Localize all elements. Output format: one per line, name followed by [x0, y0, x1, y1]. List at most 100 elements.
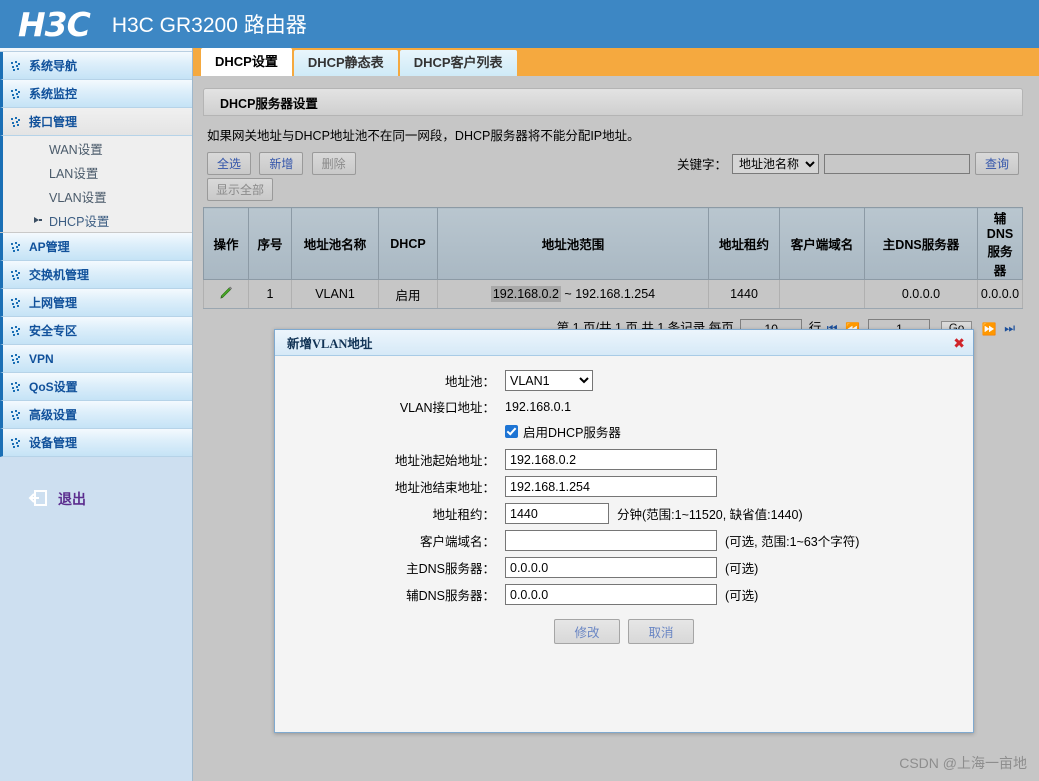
dhcp-pool-table: 操作 序号 地址池名称 DHCP 地址池范围 地址租约 客户端域名 主DNS服务… [203, 207, 1023, 309]
th-dhcp: DHCP [378, 207, 438, 280]
sidebar-subitem-label: WAN设置 [49, 142, 103, 157]
panel-title: DHCP服务器设置 [203, 88, 1023, 116]
field-enable-dhcp: 启用DHCP服务器 [275, 422, 973, 441]
next-page-icon[interactable]: ⏩ [980, 322, 999, 336]
sidebar-item-ap-mgmt[interactable]: AP管理 [0, 233, 192, 261]
cancel-button[interactable]: 取消 [628, 619, 694, 644]
table-header-row: 操作 序号 地址池名称 DHCP 地址池范围 地址租约 客户端域名 主DNS服务… [203, 207, 1023, 280]
sidebar-item-vlan-settings[interactable]: VLAN设置 [0, 184, 192, 208]
search-area: 关键字： 地址池名称 查询 [677, 152, 1019, 175]
lease-input[interactable] [505, 503, 609, 524]
select-all-button[interactable]: 全选 [207, 152, 251, 175]
sidebar-item-label: AP管理 [29, 240, 70, 254]
app-header: H3C H3C GR3200 路由器 [0, 0, 1039, 48]
dns-secondary-hint: (可选) [725, 589, 759, 603]
arrow-right-icon [33, 215, 49, 225]
field-client-domain: 客户端域名： (可选, 范围:1~63个字符) [275, 530, 973, 551]
dots-bullet-icon [3, 269, 29, 281]
dots-bullet-icon [3, 116, 29, 128]
row-pool-name: VLAN1 [291, 279, 379, 309]
th-dns-secondary: 辅DNS服务器 [977, 207, 1023, 280]
vlan-interface-value: 192.168.0.1 [505, 399, 572, 414]
delete-button[interactable]: 删除 [311, 152, 356, 175]
th-lease: 地址租约 [708, 207, 780, 280]
sidebar-subitem-label: VLAN设置 [49, 190, 107, 205]
watermark: CSDN @上海一亩地 [899, 755, 1027, 771]
content-area: DHCP设置 DHCP静态表 DHCP客户列表 DHCP服务器设置 如果网关地址… [193, 48, 1039, 781]
sidebar-item-security-zone[interactable]: 安全专区 [0, 317, 192, 345]
field-dns-primary: 主DNS服务器： (可选) [275, 557, 973, 578]
sidebar-subitem-label: DHCP设置 [49, 214, 110, 229]
tab-dhcp-client-list[interactable]: DHCP客户列表 [399, 50, 517, 76]
last-page-icon[interactable]: ⏭ [1002, 321, 1017, 335]
th-pool-name: 地址池名称 [291, 207, 379, 280]
client-domain-hint: (可选, 范围:1~63个字符) [725, 535, 860, 549]
sidebar-item-advanced-settings[interactable]: 高级设置 [0, 401, 192, 429]
pool-select[interactable]: VLAN1 [505, 370, 593, 391]
query-button[interactable]: 查询 [975, 152, 1019, 175]
dots-bullet-icon [3, 60, 29, 72]
sidebar-item-label: 系统监控 [29, 87, 78, 101]
th-action: 操作 [203, 207, 249, 280]
dns-secondary-input[interactable] [505, 584, 717, 605]
row-lease: 1440 [708, 279, 780, 309]
keyword-label: 关键字： [676, 158, 727, 172]
pool-end-input[interactable] [505, 476, 717, 497]
dns-primary-label: 主DNS服务器： [406, 562, 495, 576]
sidebar-item-switch-mgmt[interactable]: 交换机管理 [0, 261, 192, 289]
field-vlan-interface: VLAN接口地址： 192.168.0.1 [275, 397, 973, 416]
lease-label: 地址租约： [432, 508, 495, 522]
field-dns-secondary: 辅DNS服务器： (可选) [275, 584, 973, 605]
dots-bullet-icon [3, 88, 29, 100]
add-button[interactable]: 新增 [259, 152, 304, 175]
logout-button[interactable]: 退出 [0, 479, 192, 519]
tab-dhcp-static-table[interactable]: DHCP静态表 [293, 50, 398, 76]
exit-icon [28, 489, 48, 510]
th-client-domain: 客户端域名 [779, 207, 865, 280]
tab-bar: DHCP设置 DHCP静态表 DHCP客户列表 [193, 48, 1039, 76]
keyword-type-select[interactable]: 地址池名称 [732, 153, 819, 174]
sidebar: 系统导航 系统监控 接口管理 WAN设置 LAN设置 VLAN设置 DHCP设置… [0, 48, 193, 781]
row-range-end: 192.168.1.254 [575, 287, 656, 301]
table-row[interactable]: 1 VLAN1 启用 192.168.0.2 ~ 192.168.1.254 1… [203, 279, 1023, 309]
dns-primary-input[interactable] [505, 557, 717, 578]
tab-dhcp-settings[interactable]: DHCP设置 [201, 48, 292, 76]
submit-button[interactable]: 修改 [554, 619, 620, 644]
sidebar-item-system-monitor[interactable]: 系统监控 [0, 80, 192, 108]
enable-dhcp-label[interactable]: 启用DHCP服务器 [523, 422, 621, 441]
row-range-start: 192.168.0.2 [490, 286, 561, 302]
edit-pencil-icon[interactable] [218, 286, 234, 304]
row-action-cell[interactable] [203, 279, 249, 309]
sidebar-item-label: 高级设置 [29, 408, 78, 422]
sidebar-item-dhcp-settings[interactable]: DHCP设置 [0, 208, 192, 232]
dhcp-server-panel: DHCP服务器设置 如果网关地址与DHCP地址池不在同一网段，DHCP服务器将不… [203, 88, 1023, 339]
sidebar-item-interface-mgmt[interactable]: 接口管理 [0, 108, 192, 136]
pool-label: 地址池： [444, 375, 495, 389]
panel-note: 如果网关地址与DHCP地址池不在同一网段，DHCP服务器将不能分配IP地址。 [207, 129, 640, 143]
sidebar-item-label: 系统导航 [29, 59, 78, 73]
client-domain-input[interactable] [505, 530, 717, 551]
show-all-button[interactable]: 显示全部 [207, 178, 274, 201]
sidebar-item-lan-settings[interactable]: LAN设置 [0, 160, 192, 184]
pool-end-label: 地址池结束地址： [394, 481, 495, 495]
sidebar-item-wan-settings[interactable]: WAN设置 [0, 136, 192, 160]
sidebar-item-internet-mgmt[interactable]: 上网管理 [0, 289, 192, 317]
sidebar-item-label: QoS设置 [29, 380, 78, 394]
row-range-separator: ~ [564, 287, 572, 301]
sidebar-item-system-nav[interactable]: 系统导航 [0, 52, 192, 80]
field-pool-end: 地址池结束地址： [275, 476, 973, 497]
sidebar-item-device-mgmt[interactable]: 设备管理 [0, 429, 192, 457]
row-index: 1 [248, 279, 292, 309]
dots-bullet-icon [3, 381, 29, 393]
sidebar-item-vpn[interactable]: VPN [0, 345, 192, 373]
table-toolbar: 全选 新增 删除 关键字： 地址池名称 查询 [203, 150, 1023, 175]
enable-dhcp-checkbox[interactable] [505, 425, 518, 438]
pool-start-input[interactable] [505, 449, 717, 470]
dns-primary-hint: (可选) [725, 562, 759, 576]
dots-bullet-icon [3, 325, 29, 337]
table-toolbar-row2: 显示全部 [203, 175, 1023, 201]
search-input[interactable] [824, 153, 970, 174]
close-icon[interactable]: ✖ [953, 336, 965, 350]
field-pool: 地址池： VLAN1 [275, 370, 973, 391]
sidebar-item-qos-settings[interactable]: QoS设置 [0, 373, 192, 401]
